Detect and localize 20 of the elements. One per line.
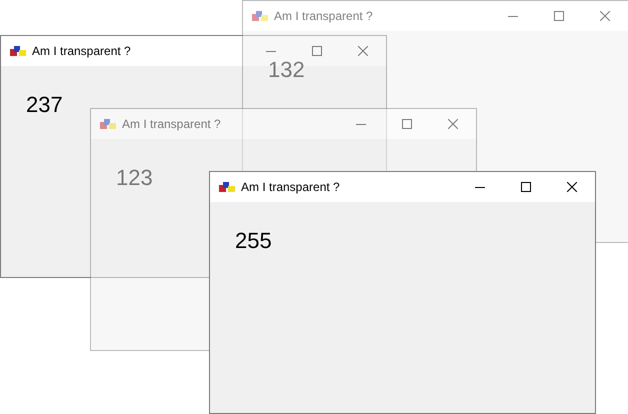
close-icon: [567, 182, 577, 192]
close-icon: [358, 46, 368, 56]
blocks-icon: [252, 10, 268, 22]
window-title: Am I transparent ?: [122, 116, 221, 133]
opacity-value: 123: [116, 164, 153, 192]
opacity-value: 132: [268, 56, 305, 84]
window-title: Am I transparent ?: [274, 8, 373, 25]
window-title: Am I transparent ?: [32, 43, 131, 60]
close-icon: [448, 119, 458, 129]
maximize-icon: [312, 46, 322, 56]
opacity-value: 255: [235, 227, 272, 255]
maximize-icon: [554, 11, 564, 21]
blocks-icon: [219, 181, 235, 193]
maximize-icon: [402, 119, 412, 129]
opacity-value: 237: [26, 91, 63, 119]
window-title: Am I transparent ?: [241, 179, 340, 196]
close-icon: [600, 11, 610, 21]
blocks-icon: [100, 118, 116, 130]
maximize-icon: [521, 182, 531, 192]
blocks-icon: [10, 45, 26, 57]
